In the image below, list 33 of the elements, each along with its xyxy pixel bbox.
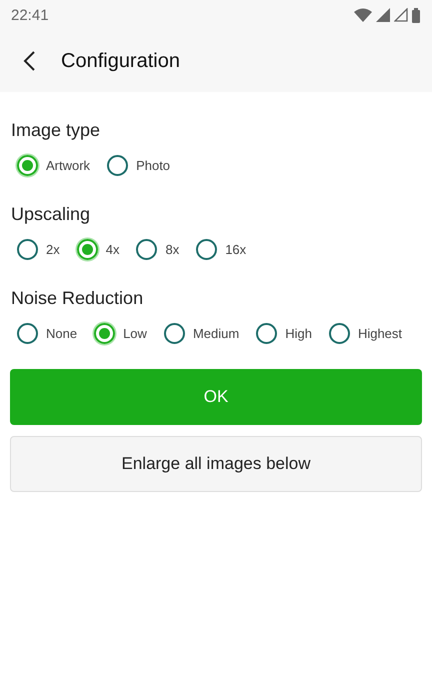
option-label: 2x <box>46 242 60 257</box>
option-label: Artwork <box>46 158 90 173</box>
radio-button[interactable] <box>196 239 218 260</box>
radio-button[interactable] <box>136 239 158 260</box>
section-title: Noise Reduction <box>11 288 144 309</box>
section-title: Upscaling <box>11 204 90 225</box>
signal-outline-icon <box>394 8 408 22</box>
option-label: Medium <box>192 326 240 341</box>
option-label: 8x <box>165 242 180 257</box>
radio-button[interactable] <box>17 323 38 344</box>
signal-icon <box>376 8 390 22</box>
radio-button[interactable] <box>17 239 38 260</box>
option-label: Highest <box>358 326 402 341</box>
radio-button[interactable] <box>256 323 278 344</box>
clock-time: 22:41 <box>11 6 49 24</box>
radio-button[interactable] <box>107 155 128 176</box>
option-label: Photo <box>136 158 170 173</box>
radio-button[interactable] <box>17 155 38 176</box>
option-label: High <box>285 326 312 341</box>
option-label: 16x <box>225 242 246 257</box>
radio-button[interactable] <box>164 323 185 344</box>
option-label: None <box>46 326 78 341</box>
option-label: Low <box>123 326 147 341</box>
option-label: 4x <box>106 242 120 257</box>
section-title: Image type <box>11 120 100 141</box>
radio-button[interactable] <box>328 323 350 344</box>
radio-button[interactable] <box>76 239 98 260</box>
radio-button[interactable] <box>94 323 116 344</box>
wifi-icon <box>354 8 372 22</box>
battery-icon <box>412 8 420 22</box>
page-title: Configuration <box>61 50 180 72</box>
back-icon[interactable] <box>22 50 36 72</box>
enlarge-button[interactable]: Enlarge all images below <box>10 436 422 492</box>
